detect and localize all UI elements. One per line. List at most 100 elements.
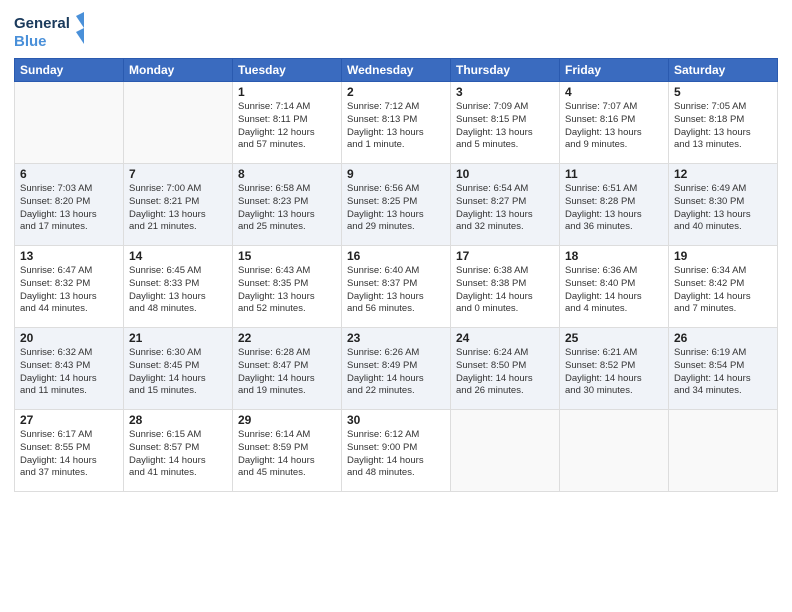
day-info: Sunrise: 6:43 AM Sunset: 8:35 PM Dayligh… xyxy=(238,265,336,316)
day-info: Sunrise: 6:45 AM Sunset: 8:33 PM Dayligh… xyxy=(129,265,227,316)
day-number: 2 xyxy=(347,85,445,99)
calendar-cell: 14 Sunrise: 6:45 AM Sunset: 8:33 PM Dayli… xyxy=(124,246,233,328)
logo: General Blue xyxy=(14,10,84,52)
calendar-cell: 15 Sunrise: 6:43 AM Sunset: 8:35 PM Dayli… xyxy=(233,246,342,328)
calendar-cell: 19 Sunrise: 6:34 AM Sunset: 8:42 PM Dayli… xyxy=(669,246,778,328)
day-info: Sunrise: 6:47 AM Sunset: 8:32 PM Dayligh… xyxy=(20,265,118,316)
day-number: 4 xyxy=(565,85,663,99)
day-number: 5 xyxy=(674,85,772,99)
weekday-header-row: SundayMondayTuesdayWednesdayThursdayFrid… xyxy=(15,59,778,82)
calendar-cell: 29 Sunrise: 6:14 AM Sunset: 8:59 PM Dayli… xyxy=(233,410,342,492)
day-number: 22 xyxy=(238,331,336,345)
day-number: 20 xyxy=(20,331,118,345)
day-number: 14 xyxy=(129,249,227,263)
weekday-wednesday: Wednesday xyxy=(342,59,451,82)
day-info: Sunrise: 6:12 AM Sunset: 9:00 PM Dayligh… xyxy=(347,429,445,480)
day-info: Sunrise: 6:14 AM Sunset: 8:59 PM Dayligh… xyxy=(238,429,336,480)
calendar-cell: 5 Sunrise: 7:05 AM Sunset: 8:18 PM Daylig… xyxy=(669,82,778,164)
calendar-cell: 8Sunrise: 6:58 AM Sunset: 8:23 PM Daylig… xyxy=(233,164,342,246)
calendar-body: 1Sunrise: 7:14 AM Sunset: 8:11 PM Daylig… xyxy=(15,82,778,492)
calendar-cell: 10Sunrise: 6:54 AM Sunset: 8:27 PM Dayli… xyxy=(451,164,560,246)
day-info: Sunrise: 7:07 AM Sunset: 8:16 PM Dayligh… xyxy=(565,101,663,152)
day-info: Sunrise: 6:51 AM Sunset: 8:28 PM Dayligh… xyxy=(565,183,663,234)
day-number: 16 xyxy=(347,249,445,263)
weekday-saturday: Saturday xyxy=(669,59,778,82)
calendar-week-5: 27 Sunrise: 6:17 AM Sunset: 8:55 PM Dayli… xyxy=(15,410,778,492)
weekday-monday: Monday xyxy=(124,59,233,82)
calendar-cell: 21 Sunrise: 6:30 AM Sunset: 8:45 PM Dayli… xyxy=(124,328,233,410)
calendar-cell: 13 Sunrise: 6:47 AM Sunset: 8:32 PM Dayli… xyxy=(15,246,124,328)
day-info: Sunrise: 6:26 AM Sunset: 8:49 PM Dayligh… xyxy=(347,347,445,398)
day-number: 13 xyxy=(20,249,118,263)
day-info: Sunrise: 6:15 AM Sunset: 8:57 PM Dayligh… xyxy=(129,429,227,480)
day-number: 12 xyxy=(674,167,772,181)
day-info: Sunrise: 6:17 AM Sunset: 8:55 PM Dayligh… xyxy=(20,429,118,480)
day-number: 17 xyxy=(456,249,554,263)
day-number: 26 xyxy=(674,331,772,345)
calendar-cell: 17 Sunrise: 6:38 AM Sunset: 8:38 PM Dayli… xyxy=(451,246,560,328)
day-info: Sunrise: 6:19 AM Sunset: 8:54 PM Dayligh… xyxy=(674,347,772,398)
day-number: 30 xyxy=(347,413,445,427)
day-number: 15 xyxy=(238,249,336,263)
day-number: 9 xyxy=(347,167,445,181)
calendar-cell: 7 Sunrise: 7:00 AM Sunset: 8:21 PM Daylig… xyxy=(124,164,233,246)
calendar-cell: 16 Sunrise: 6:40 AM Sunset: 8:37 PM Dayli… xyxy=(342,246,451,328)
calendar-cell: 9 Sunrise: 6:56 AM Sunset: 8:25 PM Daylig… xyxy=(342,164,451,246)
day-info: Sunrise: 6:34 AM Sunset: 8:42 PM Dayligh… xyxy=(674,265,772,316)
calendar-cell: 28 Sunrise: 6:15 AM Sunset: 8:57 PM Dayli… xyxy=(124,410,233,492)
weekday-thursday: Thursday xyxy=(451,59,560,82)
day-info: Sunrise: 6:58 AM Sunset: 8:23 PM Dayligh… xyxy=(238,183,336,234)
day-info: Sunrise: 6:38 AM Sunset: 8:38 PM Dayligh… xyxy=(456,265,554,316)
day-number: 19 xyxy=(674,249,772,263)
calendar-cell xyxy=(15,82,124,164)
day-info: Sunrise: 7:09 AM Sunset: 8:15 PM Dayligh… xyxy=(456,101,554,152)
day-info: Sunrise: 6:40 AM Sunset: 8:37 PM Dayligh… xyxy=(347,265,445,316)
calendar-week-2: 6Sunrise: 7:03 AM Sunset: 8:20 PM Daylig… xyxy=(15,164,778,246)
calendar-cell: 27 Sunrise: 6:17 AM Sunset: 8:55 PM Dayli… xyxy=(15,410,124,492)
calendar-week-3: 13 Sunrise: 6:47 AM Sunset: 8:32 PM Dayli… xyxy=(15,246,778,328)
calendar-table: SundayMondayTuesdayWednesdayThursdayFrid… xyxy=(14,58,778,492)
day-number: 29 xyxy=(238,413,336,427)
day-number: 18 xyxy=(565,249,663,263)
calendar-cell: 24 Sunrise: 6:24 AM Sunset: 8:50 PM Dayli… xyxy=(451,328,560,410)
svg-text:Blue: Blue xyxy=(14,33,47,50)
day-info: Sunrise: 6:54 AM Sunset: 8:27 PM Dayligh… xyxy=(456,183,554,234)
weekday-sunday: Sunday xyxy=(15,59,124,82)
logo-svg: General Blue xyxy=(14,10,84,52)
day-info: Sunrise: 6:56 AM Sunset: 8:25 PM Dayligh… xyxy=(347,183,445,234)
day-info: Sunrise: 7:00 AM Sunset: 8:21 PM Dayligh… xyxy=(129,183,227,234)
calendar-cell: 26 Sunrise: 6:19 AM Sunset: 8:54 PM Dayli… xyxy=(669,328,778,410)
calendar-week-1: 1Sunrise: 7:14 AM Sunset: 8:11 PM Daylig… xyxy=(15,82,778,164)
day-info: Sunrise: 6:28 AM Sunset: 8:47 PM Dayligh… xyxy=(238,347,336,398)
day-info: Sunrise: 7:12 AM Sunset: 8:13 PM Dayligh… xyxy=(347,101,445,152)
day-info: Sunrise: 6:24 AM Sunset: 8:50 PM Dayligh… xyxy=(456,347,554,398)
day-number: 28 xyxy=(129,413,227,427)
weekday-tuesday: Tuesday xyxy=(233,59,342,82)
day-number: 23 xyxy=(347,331,445,345)
calendar-cell xyxy=(451,410,560,492)
day-number: 7 xyxy=(129,167,227,181)
day-number: 24 xyxy=(456,331,554,345)
calendar-cell xyxy=(669,410,778,492)
calendar-cell: 20Sunrise: 6:32 AM Sunset: 8:43 PM Dayli… xyxy=(15,328,124,410)
calendar-cell: 23 Sunrise: 6:26 AM Sunset: 8:49 PM Dayli… xyxy=(342,328,451,410)
day-info: Sunrise: 7:05 AM Sunset: 8:18 PM Dayligh… xyxy=(674,101,772,152)
day-info: Sunrise: 6:36 AM Sunset: 8:40 PM Dayligh… xyxy=(565,265,663,316)
day-number: 27 xyxy=(20,413,118,427)
calendar-cell: 12 Sunrise: 6:49 AM Sunset: 8:30 PM Dayli… xyxy=(669,164,778,246)
calendar-cell: 2 Sunrise: 7:12 AM Sunset: 8:13 PM Daylig… xyxy=(342,82,451,164)
page-header: General Blue xyxy=(14,10,778,52)
calendar-cell: 6Sunrise: 7:03 AM Sunset: 8:20 PM Daylig… xyxy=(15,164,124,246)
day-number: 21 xyxy=(129,331,227,345)
day-info: Sunrise: 6:49 AM Sunset: 8:30 PM Dayligh… xyxy=(674,183,772,234)
calendar-cell: 30 Sunrise: 6:12 AM Sunset: 9:00 PM Dayli… xyxy=(342,410,451,492)
svg-text:General: General xyxy=(14,15,70,32)
day-info: Sunrise: 6:21 AM Sunset: 8:52 PM Dayligh… xyxy=(565,347,663,398)
calendar-cell: 3Sunrise: 7:09 AM Sunset: 8:15 PM Daylig… xyxy=(451,82,560,164)
calendar-cell: 11Sunrise: 6:51 AM Sunset: 8:28 PM Dayli… xyxy=(560,164,669,246)
day-number: 6 xyxy=(20,167,118,181)
calendar-cell: 1Sunrise: 7:14 AM Sunset: 8:11 PM Daylig… xyxy=(233,82,342,164)
day-info: Sunrise: 6:30 AM Sunset: 8:45 PM Dayligh… xyxy=(129,347,227,398)
calendar-cell xyxy=(560,410,669,492)
weekday-friday: Friday xyxy=(560,59,669,82)
